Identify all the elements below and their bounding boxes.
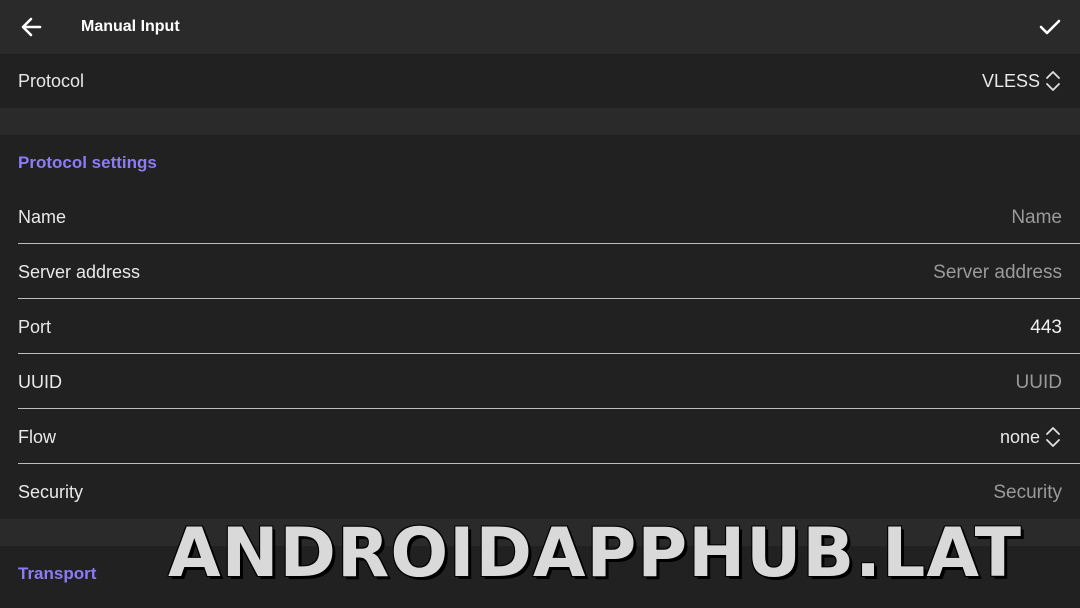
uuid-label: UUID	[18, 372, 62, 392]
page-title: Manual Input	[81, 18, 180, 35]
section-gap	[0, 108, 1080, 135]
confirm-button[interactable]	[1032, 11, 1068, 43]
divider	[18, 353, 1080, 354]
port-label: Port	[18, 317, 52, 337]
arrow-left-icon	[21, 17, 42, 37]
uuid-field-row[interactable]: UUID UUID	[0, 355, 1080, 409]
section-header-protocol-settings: Protocol settings	[18, 153, 157, 172]
protocol-value: VLESS	[981, 70, 1040, 91]
flow-select[interactable]: none	[1000, 425, 1062, 449]
divider	[18, 463, 1080, 464]
app-bar: Manual Input	[0, 0, 1080, 54]
name-input[interactable]: Name	[1011, 207, 1062, 229]
server-address-input[interactable]: Server address	[933, 262, 1062, 284]
unfold-icon	[1046, 427, 1060, 447]
divider	[18, 298, 1080, 299]
protocol-row[interactable]: Protocol VLESS	[0, 54, 1080, 108]
name-label: Name	[18, 207, 67, 227]
unfold-icon	[1046, 71, 1060, 91]
section-header-transport: Transport	[18, 564, 97, 583]
security-field-row[interactable]: Security Security	[0, 465, 1080, 519]
watermark: ANDROIDAPPHUB.LAT	[168, 514, 1023, 593]
protocol-select[interactable]: VLESS	[982, 69, 1062, 93]
uuid-input[interactable]: UUID	[1016, 372, 1062, 394]
flow-row[interactable]: Flow none	[0, 410, 1080, 464]
name-field-row[interactable]: Name Name	[0, 190, 1080, 244]
port-field-row[interactable]: Port 443	[0, 300, 1080, 354]
divider	[18, 243, 1080, 244]
server-address-field-row[interactable]: Server address Server address	[0, 245, 1080, 299]
flow-value: none	[999, 426, 1040, 447]
divider	[18, 408, 1080, 409]
security-label: Security	[18, 482, 84, 502]
server-address-label: Server address	[18, 262, 141, 282]
back-button[interactable]	[14, 11, 50, 43]
flow-label: Flow	[18, 427, 57, 447]
port-input[interactable]: 443	[1030, 317, 1062, 339]
check-icon	[1039, 19, 1061, 35]
security-input[interactable]: Security	[993, 482, 1062, 504]
protocol-label: Protocol	[18, 71, 85, 91]
